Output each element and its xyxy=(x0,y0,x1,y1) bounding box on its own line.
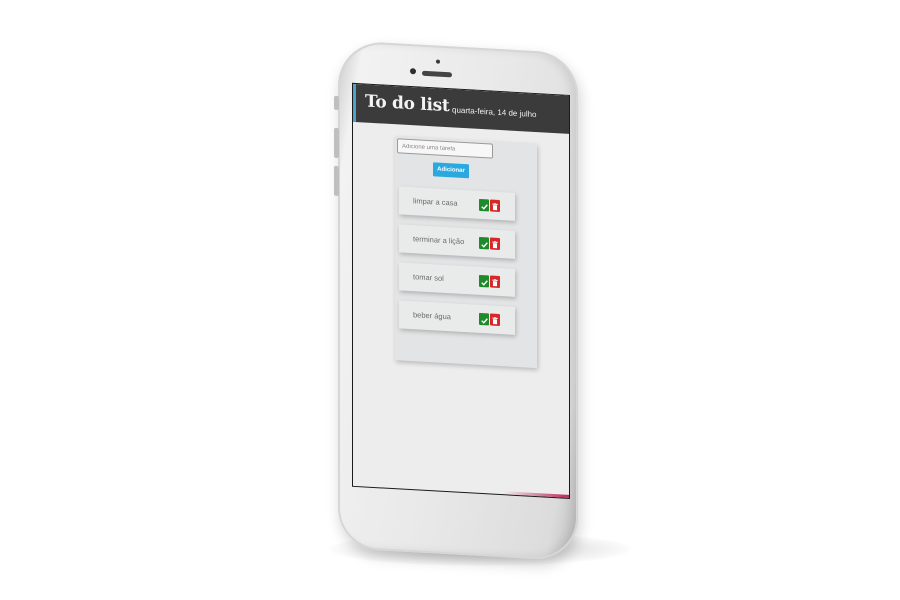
task-label: tomar sol xyxy=(413,272,444,283)
task-item: terminar a lição xyxy=(399,224,515,259)
volume-up-button xyxy=(334,127,339,159)
front-camera xyxy=(410,68,416,75)
complete-task-button[interactable] xyxy=(479,274,489,288)
task-list: limpar a casa terminar a lição tomar sol… xyxy=(399,186,515,344)
proximity-sensor xyxy=(436,59,440,64)
check-icon xyxy=(480,203,488,210)
phone-screen: To do list quarta-feira, 14 de julho Adi… xyxy=(352,82,570,499)
earpiece-speaker xyxy=(422,70,452,78)
trash-icon xyxy=(492,240,498,249)
volume-down-button xyxy=(334,165,339,197)
screen-edge-highlight xyxy=(353,482,569,498)
check-icon xyxy=(480,241,488,248)
task-label: limpar a casa xyxy=(413,196,458,208)
check-icon xyxy=(480,317,488,324)
task-item: tomar sol xyxy=(399,262,515,297)
task-label: terminar a lição xyxy=(413,234,465,247)
trash-icon xyxy=(492,316,498,325)
trash-icon xyxy=(492,278,498,287)
complete-task-button[interactable] xyxy=(479,312,489,326)
task-item: limpar a casa xyxy=(399,186,515,221)
task-item: beber água xyxy=(399,300,515,335)
phone-device: To do list quarta-feira, 14 de julho Adi… xyxy=(334,40,578,562)
task-label: beber água xyxy=(413,310,451,322)
delete-task-button[interactable] xyxy=(490,275,500,289)
delete-task-button[interactable] xyxy=(490,199,500,213)
complete-task-button[interactable] xyxy=(479,198,489,212)
todo-panel: Adicionar limpar a casa terminar a lição xyxy=(395,136,537,369)
delete-task-button[interactable] xyxy=(490,313,500,327)
check-icon xyxy=(480,279,488,286)
delete-task-button[interactable] xyxy=(490,237,500,251)
app-title: To do list xyxy=(365,91,450,117)
app-header: To do list quarta-feira, 14 de julho xyxy=(353,83,569,134)
task-input[interactable] xyxy=(397,138,493,159)
trash-icon xyxy=(492,202,498,211)
complete-task-button[interactable] xyxy=(479,236,489,250)
add-task-button[interactable]: Adicionar xyxy=(433,162,469,179)
current-date: quarta-feira, 14 de julho xyxy=(452,105,537,120)
mockup-stage: To do list quarta-feira, 14 de julho Adi… xyxy=(0,0,900,600)
mute-switch xyxy=(334,95,339,111)
